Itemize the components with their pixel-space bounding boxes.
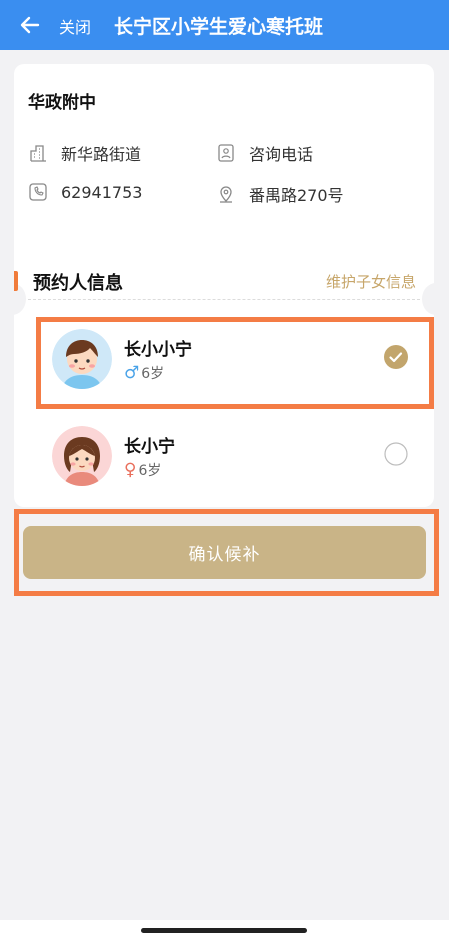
- child-option[interactable]: 长小宁 ♀ 6岁: [38, 418, 426, 500]
- street-info: 新华路街道: [28, 141, 141, 165]
- phone-info[interactable]: 62941753: [28, 182, 142, 202]
- top-bar: 关闭 长宁区小学生爱心寒托班: [0, 0, 449, 50]
- street-text: 新华路街道: [61, 145, 142, 164]
- ticket-notch-left: [0, 283, 26, 315]
- boy-avatar: [52, 329, 112, 389]
- address-text: 番禺路270号: [249, 186, 344, 205]
- school-name: 华政附中: [28, 93, 96, 113]
- contact-card-icon: [218, 144, 234, 162]
- close-button[interactable]: 关闭: [59, 14, 91, 38]
- location-pin-icon: [220, 186, 232, 203]
- consult-label: 咨询电话: [249, 145, 314, 164]
- phone-number: 62941753: [61, 182, 143, 202]
- building-icon: [30, 145, 46, 162]
- consult-info[interactable]: 咨询电话: [216, 141, 313, 165]
- unchecked-radio-icon[interactable]: [384, 442, 408, 466]
- section-title: 预约人信息: [33, 273, 123, 294]
- section-accent-bar: [14, 271, 18, 291]
- child-age: ♀ 6岁: [124, 460, 161, 480]
- child-option[interactable]: 长小小宁 ♂ 6岁: [38, 321, 426, 403]
- checked-radio-icon[interactable]: [384, 345, 408, 369]
- age-text: 6岁: [141, 366, 165, 382]
- child-name: 长小宁: [124, 437, 175, 457]
- confirm-waitlist-button[interactable]: 确认候补: [23, 526, 426, 579]
- maintain-children-link[interactable]: 维护子女信息: [326, 271, 416, 292]
- male-icon: ♂: [124, 363, 140, 383]
- child-age: ♂ 6岁: [124, 363, 164, 383]
- age-text: 6岁: [138, 463, 162, 479]
- girl-avatar: [52, 426, 112, 486]
- dashed-divider: [28, 299, 420, 300]
- back-arrow-icon[interactable]: [18, 13, 42, 37]
- booking-card: 华政附中 新华路街道 咨询电话 62941753 番禺路270号 预约人信息 维…: [0, 64, 449, 507]
- page-title: 长宁区小学生爱心寒托班: [114, 16, 324, 38]
- ticket-notch-right: [422, 283, 449, 315]
- address-info: 番禺路270号: [216, 182, 344, 206]
- child-name: 长小小宁: [124, 340, 192, 360]
- female-icon: ♀: [124, 460, 137, 480]
- home-indicator[interactable]: [141, 928, 307, 933]
- phone-icon: [29, 183, 47, 201]
